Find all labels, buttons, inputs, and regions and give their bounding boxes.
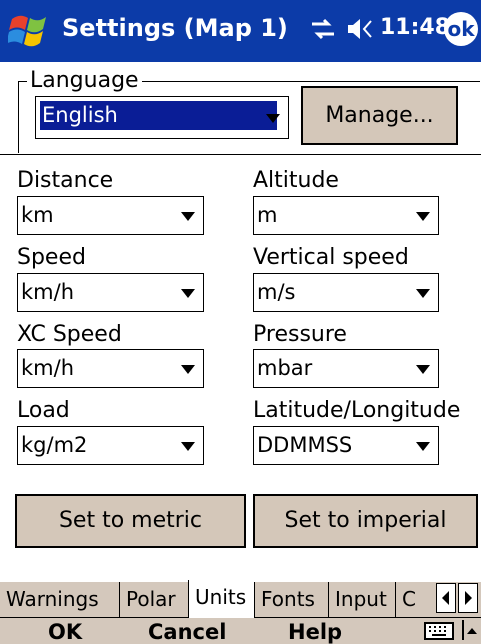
latlon-select[interactable]: DDMMSS (253, 426, 439, 465)
tab-fonts[interactable]: Fonts (254, 582, 328, 618)
divider (0, 154, 481, 155)
load-label: Load (17, 398, 70, 423)
tab-scroll-right[interactable] (458, 583, 478, 613)
latlon-label: Latitude/Longitude (253, 398, 461, 423)
tab-units[interactable]: Units (188, 580, 254, 618)
set-to-imperial-button[interactable]: Set to imperial (253, 494, 478, 548)
chevron-up-icon[interactable] (462, 620, 478, 640)
ok-close-button[interactable]: ok (444, 12, 478, 46)
tab-polar[interactable]: Polar (119, 582, 188, 618)
pressure-value: mbar (257, 356, 313, 380)
altitude-select[interactable]: m (253, 196, 439, 235)
speed-value: km/h (21, 280, 75, 304)
keyboard-icon[interactable] (424, 621, 454, 641)
xc-speed-label: XC Speed (17, 322, 122, 347)
vertical-speed-label: Vertical speed (253, 245, 409, 270)
tab-c-truncated[interactable]: C (395, 582, 435, 618)
chevron-down-icon (416, 365, 430, 374)
vertical-speed-value: m/s (257, 280, 296, 304)
tab-strip: Warnings Polar Units Fonts Input C (0, 580, 481, 618)
tab-scroll-left[interactable] (436, 583, 456, 613)
speed-label: Speed (17, 245, 86, 270)
pressure-label: Pressure (253, 322, 347, 347)
distance-label: Distance (17, 168, 114, 193)
distance-select[interactable]: km (17, 196, 204, 235)
speed-select[interactable]: km/h (17, 273, 204, 312)
windows-start-icon[interactable] (8, 11, 52, 51)
altitude-value: m (257, 203, 278, 227)
chevron-down-icon (416, 442, 430, 451)
volume-icon[interactable] (345, 14, 375, 44)
xc-speed-select[interactable]: km/h (17, 349, 204, 388)
cancel-command[interactable]: Cancel (148, 620, 226, 644)
chevron-down-icon (181, 365, 195, 374)
set-to-metric-button[interactable]: Set to metric (15, 494, 246, 548)
altitude-label: Altitude (253, 168, 339, 193)
language-select[interactable]: English (35, 96, 289, 139)
connectivity-icon[interactable] (308, 14, 338, 44)
language-select-value: English (40, 101, 277, 130)
chevron-left-icon (442, 591, 449, 605)
chevron-down-icon (181, 212, 195, 221)
load-value: kg/m2 (21, 433, 88, 457)
tab-warnings[interactable]: Warnings (0, 582, 119, 618)
tab-input[interactable]: Input (328, 582, 395, 618)
latlon-value: DDMMSS (257, 433, 353, 457)
chevron-down-icon (416, 289, 430, 298)
load-select[interactable]: kg/m2 (17, 426, 204, 465)
ok-command[interactable]: OK (48, 620, 82, 644)
help-command[interactable]: Help (288, 620, 342, 644)
vertical-speed-select[interactable]: m/s (253, 273, 439, 312)
manage-button[interactable]: Manage... (301, 86, 458, 145)
chevron-down-icon (181, 289, 195, 298)
chevron-right-icon (465, 591, 472, 605)
chevron-down-icon (181, 442, 195, 451)
xc-speed-value: km/h (21, 356, 75, 380)
clock[interactable]: 11:48 (380, 15, 450, 40)
pressure-select[interactable]: mbar (253, 349, 439, 388)
command-bar: OK Cancel Help (0, 618, 481, 644)
distance-value: km (21, 203, 54, 227)
language-group-label: Language (27, 68, 142, 93)
title-bar: Settings (Map 1) 11:48 ok (0, 0, 481, 62)
chevron-down-icon (266, 114, 280, 123)
chevron-down-icon (416, 212, 430, 221)
window-title: Settings (Map 1) (62, 14, 288, 42)
